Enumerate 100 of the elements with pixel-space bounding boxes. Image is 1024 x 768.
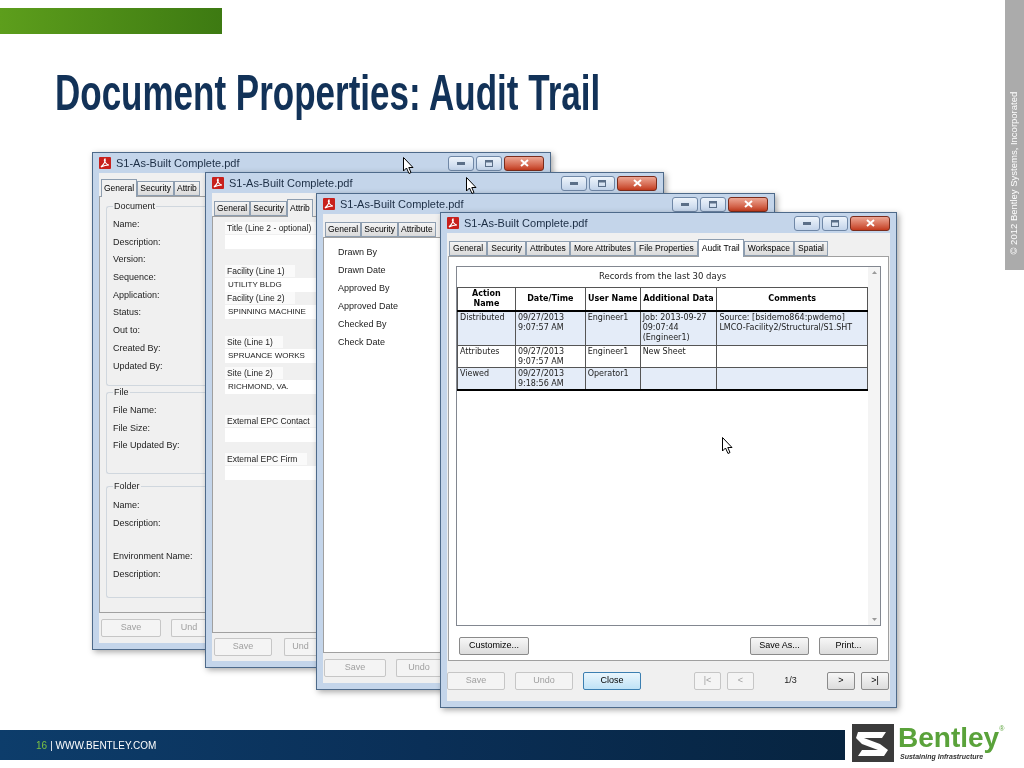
table-cell: Distributed	[457, 311, 516, 345]
text-field[interactable]: SPRUANCE WORKS	[225, 349, 316, 363]
tab[interactable]: Workspace	[743, 241, 794, 256]
maximize-button[interactable]	[700, 196, 726, 212]
page-indicator: 1/3	[783, 674, 798, 688]
maximize-icon	[485, 159, 493, 167]
field-label: Checked By	[337, 318, 387, 331]
close-icon	[632, 179, 642, 187]
text-field[interactable]	[225, 466, 316, 480]
maximize-button[interactable]	[589, 175, 615, 191]
field-label: External EPC Firm	[225, 453, 308, 465]
field-label: Out to:	[112, 324, 140, 338]
field-label: Sequence:	[112, 271, 157, 285]
scroll-up-icon	[871, 271, 877, 274]
pdf-icon	[99, 157, 111, 169]
minimize-icon	[681, 202, 689, 206]
scroll-down-icon	[871, 618, 877, 621]
tab[interactable]: General	[101, 179, 138, 197]
column-header: User Name	[585, 287, 641, 311]
column-header: Additional Data	[640, 287, 717, 311]
tab[interactable]: General	[325, 222, 362, 237]
table-cell: Viewed	[457, 367, 516, 390]
window-title: S1-As-Built Complete.pdf	[229, 175, 353, 191]
text-field[interactable]	[225, 428, 316, 442]
field-label: Name:	[112, 499, 140, 512]
tab[interactable]: Attribute	[397, 222, 436, 237]
field-label: Drawn Date	[337, 264, 386, 277]
tab[interactable]: Security	[250, 201, 287, 216]
table-cell: 09/27/2013 9:07:57 AM	[515, 345, 586, 367]
table-cell: Source: [bsidemo864:pwdemo] LMCO-Facility2/Structural/S1.SHT	[716, 311, 868, 345]
pdf-icon	[212, 177, 224, 189]
maximize-icon	[598, 179, 606, 187]
tab[interactable]: General	[449, 241, 488, 256]
scrollbar[interactable]	[868, 267, 880, 625]
table-cell: 09/27/2013 9:07:57 AM	[515, 311, 586, 345]
text-field[interactable]: UTILITY BLDG	[225, 278, 316, 292]
minimize-button[interactable]	[561, 175, 587, 191]
field-label: Approved Date	[337, 300, 399, 313]
table-row[interactable]: Attributes 09/27/2013 9:07:57 AM Engineer1 New Sheet	[457, 345, 868, 367]
website-link[interactable]: | WWW.BENTLEY.COM	[50, 737, 157, 753]
close-icon	[743, 200, 753, 208]
tab[interactable]: File Properties	[635, 241, 698, 256]
table-cell: Job: 2013-09-27 09:07:44 (Engineer1)	[640, 311, 717, 345]
field-label: Approved By	[337, 282, 390, 295]
tab[interactable]: Audit Trail	[697, 239, 744, 257]
table-cell: 09/27/2013 9:18:56 AM	[515, 367, 586, 390]
close-icon	[519, 159, 529, 167]
pdf-icon	[447, 217, 459, 229]
field-label: Description:	[112, 516, 161, 530]
button[interactable]: Print...	[819, 637, 878, 655]
tab[interactable]: Attrib	[173, 181, 200, 196]
text-field[interactable]: SPINNING MACHINE	[225, 305, 316, 319]
pdf-icon	[323, 198, 335, 210]
text-field[interactable]	[225, 235, 316, 249]
cursor-icon	[722, 437, 733, 454]
close-button[interactable]	[728, 196, 768, 212]
table-cell: Engineer1	[585, 345, 641, 367]
minimize-button[interactable]	[794, 215, 820, 231]
text-field[interactable]: RICHMOND, VA.	[225, 380, 316, 394]
tab[interactable]: Security	[137, 181, 174, 196]
close-button[interactable]	[617, 175, 657, 191]
button[interactable]: Customize...	[459, 637, 529, 655]
window-title: S1-As-Built Complete.pdf	[116, 155, 240, 171]
close-button[interactable]	[504, 155, 544, 171]
button[interactable]: >	[827, 672, 855, 690]
tab[interactable]: More Attributes	[569, 241, 636, 256]
button[interactable]: Close	[583, 672, 641, 690]
minimize-button[interactable]	[672, 196, 698, 212]
table-row[interactable]: Distributed 09/27/2013 9:07:57 AM Engineer1 Job: 2013-09-27 09:07:44 (Engineer1) Source: [bsidemo864:pwdemo] LMCO-Facility2/Structural/S1.SHT	[457, 311, 868, 345]
button[interactable]: Save As...	[750, 637, 809, 655]
tab[interactable]: Security	[361, 222, 398, 237]
column-header: Date/Time	[515, 287, 586, 311]
window-title: S1-As-Built Complete.pdf	[464, 215, 588, 231]
tab[interactable]: Attributes	[525, 241, 570, 256]
minimize-icon	[457, 161, 465, 165]
cursor-icon	[403, 157, 414, 174]
table-row[interactable]: Viewed 09/27/2013 9:18:56 AM Operator1	[457, 367, 868, 390]
tab[interactable]: Spatial	[794, 241, 828, 256]
tab[interactable]: General	[214, 201, 251, 216]
table-cell: Attributes	[457, 345, 516, 367]
maximize-button[interactable]	[822, 215, 848, 231]
field-label: Facility (Line 1)	[225, 265, 295, 277]
button[interactable]: >|	[861, 672, 889, 690]
maximize-button[interactable]	[476, 155, 502, 171]
tab[interactable]: Security	[487, 241, 526, 256]
field-label: Drawn By	[337, 246, 377, 259]
field-label: Description:	[112, 235, 161, 249]
field-label: Check Date	[337, 336, 386, 349]
close-icon	[865, 219, 875, 227]
field-label: Site (Line 1)	[225, 336, 283, 348]
group-title: Folder	[113, 481, 141, 492]
logo-icon	[852, 724, 894, 763]
minimize-button[interactable]	[448, 155, 474, 171]
tab[interactable]: Attrib	[286, 199, 313, 217]
copyright-text: © 2012 Bentley Systems, Incorporated	[1007, 91, 1021, 255]
field-label: Updated By:	[112, 359, 163, 373]
field-label: Version:	[112, 253, 146, 267]
list-caption: Records from the last 30 days	[597, 270, 728, 283]
close-button[interactable]	[850, 215, 890, 231]
field-label: File Updated By:	[112, 439, 180, 453]
